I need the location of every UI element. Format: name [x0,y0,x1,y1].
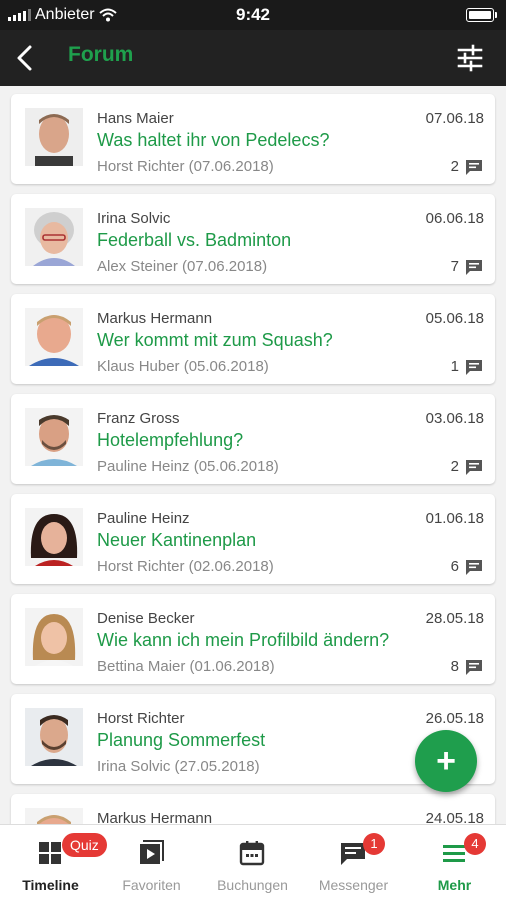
tab-label: Mehr [437,877,472,893]
favorites-play-icon [140,840,164,864]
comment-count: 1 [450,358,459,375]
status-bar: Anbieter 9:42 [0,0,506,30]
post-author: Horst Richter [97,710,185,727]
comment-count: 8 [450,658,459,675]
avatar [25,708,83,766]
mehr-badge: 4 [464,833,486,855]
comment-count: 2 [450,458,459,475]
post-last-reply: Bettina Maier (01.06.2018) [97,658,275,675]
post-author: Markus Hermann [97,810,213,824]
post-last-reply: Alex Steiner (07.06.2018) [97,258,268,275]
post-date: 06.06.18 [425,210,484,227]
post-card[interactable]: Franz Gross Hotelempfehlung? Pauline Hei… [11,394,495,484]
comment-count: 2 [450,158,459,175]
post-card[interactable]: Markus Hermann Wer kommt mit zum Squash?… [11,294,495,384]
post-card[interactable]: Markus Hermann 24.05.18 [11,794,495,824]
post-title[interactable]: Hotelempfehlung? [97,430,243,451]
comment-icon [466,660,482,675]
post-last-reply: Horst Richter (02.06.2018) [97,558,274,575]
post-title[interactable]: Was haltet ihr von Pedelecs? [97,130,329,151]
add-post-button[interactable]: + [415,730,477,792]
post-author: Franz Gross [97,410,180,427]
tab-label: Timeline [22,877,79,893]
calendar-icon [239,841,265,866]
post-date: 01.06.18 [425,510,484,527]
tab-label: Buchungen [217,877,288,893]
post-date: 03.06.18 [425,410,484,427]
post-title[interactable]: Wer kommt mit zum Squash? [97,330,333,351]
post-card[interactable]: Irina Solvic Federball vs. Badminton Ale… [11,194,495,284]
status-time: 9:42 [235,5,271,24]
messenger-badge: 1 [363,833,385,855]
sliders-icon[interactable] [456,44,484,72]
comment-icon [466,560,482,575]
post-date: 05.06.18 [425,310,484,327]
timeline-grid-icon [39,842,61,864]
navbar: Forum [0,30,506,86]
battery-icon [466,8,497,22]
post-last-reply: Horst Richter (07.06.2018) [97,158,274,175]
chevron-left-icon[interactable] [10,42,42,74]
tab-timeline[interactable]: Timeline Quiz [0,825,107,901]
avatar [25,308,83,366]
comment-count: 6 [450,558,459,575]
tab-bar: Timeline Quiz Favoriten Buchungen Messen… [0,824,506,901]
post-author: Pauline Heinz [97,510,190,527]
post-list: Hans Maier Was haltet ihr von Pedelecs? … [0,86,506,824]
page-title: Forum [68,43,134,66]
tab-label: Messenger [318,877,389,893]
post-last-reply: Klaus Huber (05.06.2018) [97,358,269,375]
post-last-reply: Irina Solvic (27.05.2018) [97,758,260,775]
avatar [25,108,83,166]
tab-mehr[interactable]: Mehr 4 [404,825,505,901]
tab-label: Favoriten [122,877,181,893]
post-title[interactable]: Federball vs. Badminton [97,230,291,251]
post-title[interactable]: Neuer Kantinenplan [97,530,256,551]
post-date: 28.05.18 [425,610,484,627]
post-author: Denise Becker [97,610,195,627]
avatar [25,808,83,824]
post-date: 24.05.18 [425,810,484,824]
post-title[interactable]: Planung Sommerfest [97,730,265,751]
tab-messenger[interactable]: Messenger 1 [303,825,404,901]
post-card[interactable]: Hans Maier Was haltet ihr von Pedelecs? … [11,94,495,184]
post-last-reply: Pauline Heinz (05.06.2018) [97,458,279,475]
comment-icon [466,460,482,475]
post-date: 07.06.18 [425,110,484,127]
post-author: Hans Maier [97,110,174,127]
post-card[interactable]: Denise Becker Wie kann ich mein Profilbi… [11,594,495,684]
avatar [25,408,83,466]
comment-icon [466,260,482,275]
tab-buchungen[interactable]: Buchungen [202,825,303,901]
avatar [25,608,83,666]
post-author: Markus Hermann [97,310,213,327]
comment-count: 7 [450,258,459,275]
comment-icon [466,360,482,375]
tab-favoriten[interactable]: Favoriten [101,825,202,901]
post-card[interactable]: Pauline Heinz Neuer Kantinenplan Horst R… [11,494,495,584]
post-date: 26.05.18 [425,710,484,727]
post-author: Irina Solvic [97,210,171,227]
post-title[interactable]: Wie kann ich mein Profilbild ändern? [97,630,389,651]
comment-icon [466,160,482,175]
avatar [25,208,83,266]
avatar [25,508,83,566]
